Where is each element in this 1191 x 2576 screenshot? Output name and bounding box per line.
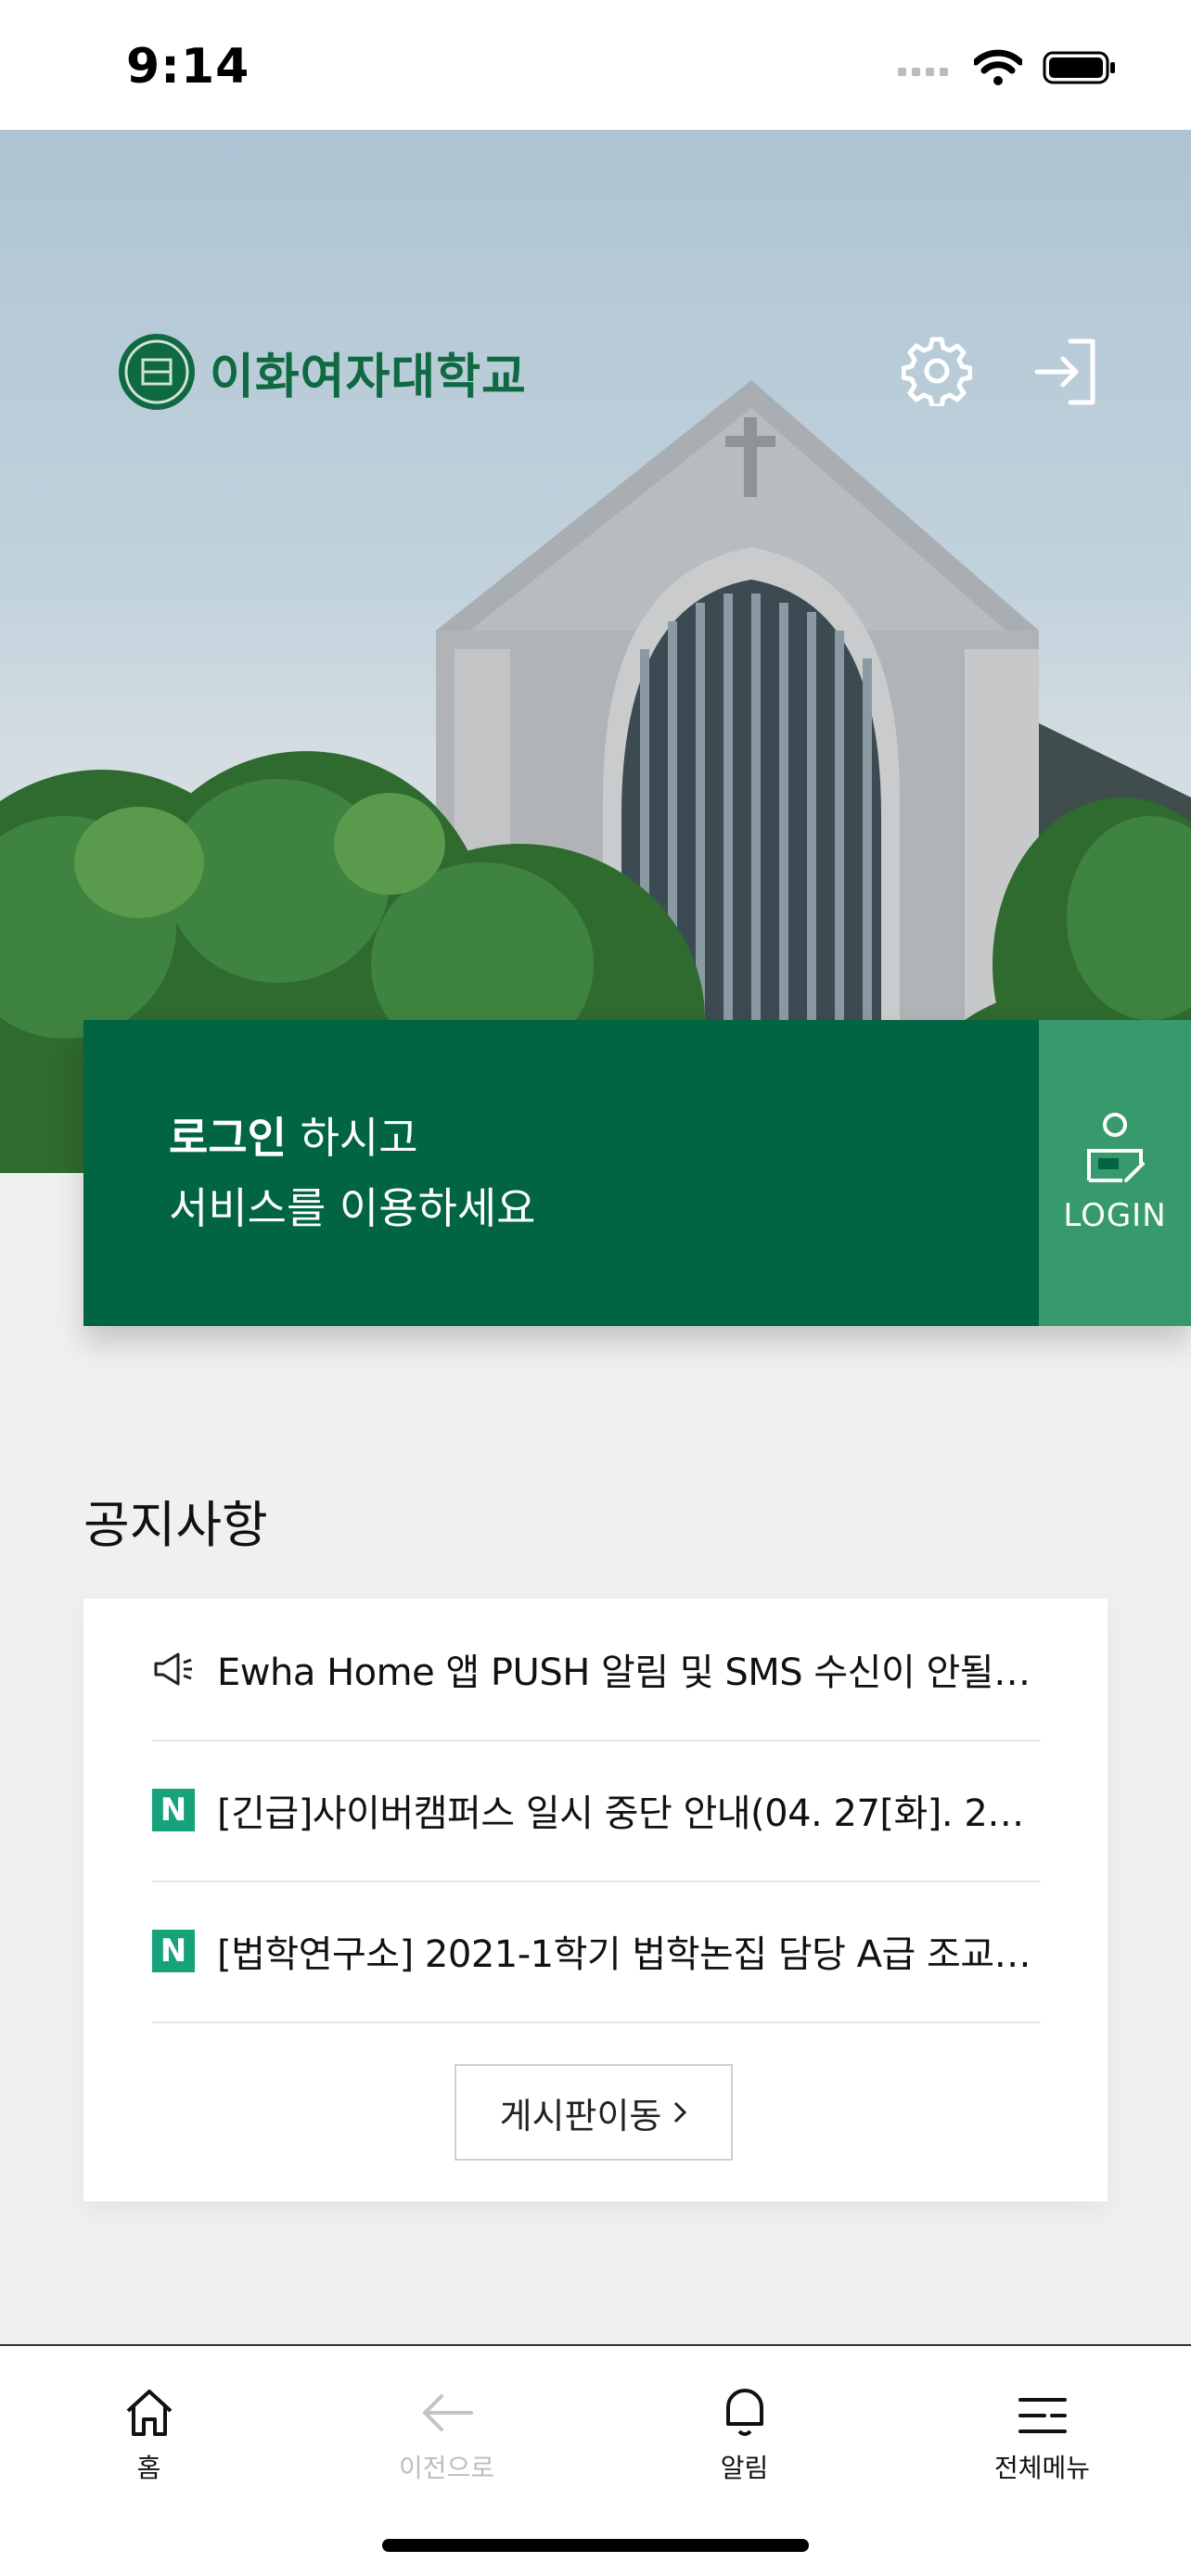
status-time: 9:14 — [126, 39, 250, 95]
notice-item[interactable]: N [법학연구소] 2021-1학기 법학논집 담당 A급 조교 모… — [152, 1881, 1041, 2023]
tab-home[interactable]: 홈 — [0, 2346, 298, 2485]
go-to-board-label: 게시판이동 — [499, 2095, 662, 2136]
new-badge: N — [152, 1789, 195, 1831]
notice-card: Ewha Home 앱 PUSH 알림 및 SMS 수신이 안될 경… N [긴… — [83, 1599, 1108, 2201]
notice-item-text: [긴급]사이버캠퍼스 일시 중단 안내(04. 27[화]. 22:00… — [217, 1792, 1041, 1835]
user-login-icon — [1087, 1113, 1145, 1182]
login-message-line1: 로그인 하시고 — [169, 1103, 1039, 1173]
notice-section-title: 공지사항 — [83, 1496, 268, 1554]
chevron-right-icon — [674, 2101, 687, 2123]
new-badge: N — [152, 1930, 195, 1972]
home-icon — [126, 2390, 172, 2436]
hero-banner: 이화여자대학교 — [0, 130, 1191, 1173]
tab-full-menu[interactable]: 전체메뉴 — [893, 2346, 1191, 2485]
tab-notifications-label: 알림 — [720, 2453, 769, 2483]
gear-icon — [901, 337, 973, 409]
login-card: 로그인 하시고 서비스를 이용하세요 LOGIN — [83, 1020, 1191, 1326]
login-button-label: LOGIN — [1063, 1197, 1167, 1234]
wifi-icon — [974, 49, 1022, 85]
university-name: 이화여자대학교 — [210, 349, 527, 405]
cellular-signal-icon — [898, 68, 948, 76]
battery-icon — [1043, 51, 1115, 84]
sign-in-button[interactable] — [1033, 338, 1098, 410]
university-logo[interactable]: 이화여자대학교 — [117, 332, 527, 412]
home-indicator — [382, 2539, 809, 2552]
tab-home-label: 홈 — [136, 2453, 161, 2483]
login-message: 로그인 하시고 서비스를 이용하세요 — [83, 1020, 1039, 1326]
sign-in-icon — [1034, 338, 1095, 405]
bell-icon — [725, 2389, 763, 2436]
login-message-bold: 로그인 — [169, 1113, 287, 1163]
tab-back[interactable]: 이전으로 — [298, 2346, 596, 2485]
campus-building-image — [0, 380, 1191, 1173]
status-icons — [898, 45, 1117, 91]
status-bar: 9:14 — [0, 0, 1191, 130]
university-emblem-icon — [119, 334, 195, 410]
notice-item-text: [법학연구소] 2021-1학기 법학논집 담당 A급 조교 모… — [217, 1933, 1041, 1976]
settings-button[interactable] — [901, 336, 973, 410]
tab-notifications[interactable]: 알림 — [596, 2346, 893, 2485]
notice-item[interactable]: N [긴급]사이버캠퍼스 일시 중단 안내(04. 27[화]. 22:00… — [152, 1740, 1041, 1882]
login-button[interactable]: LOGIN — [1039, 1020, 1191, 1326]
back-arrow-icon — [422, 2394, 473, 2431]
megaphone-icon — [154, 1652, 192, 1686]
login-message-line2: 서비스를 이용하세요 — [169, 1183, 536, 1233]
tab-back-label: 이전으로 — [398, 2453, 495, 2483]
tab-full-menu-label: 전체메뉴 — [993, 2453, 1091, 2483]
login-message-rest: 하시고 — [286, 1113, 418, 1163]
go-to-board-button[interactable]: 게시판이동 — [455, 2064, 733, 2161]
menu-icon — [1018, 2398, 1067, 2433]
notice-item[interactable]: Ewha Home 앱 PUSH 알림 및 SMS 수신이 안될 경… — [152, 1599, 1041, 1741]
notice-item-text: Ewha Home 앱 PUSH 알림 및 SMS 수신이 안될 경… — [217, 1651, 1041, 1694]
